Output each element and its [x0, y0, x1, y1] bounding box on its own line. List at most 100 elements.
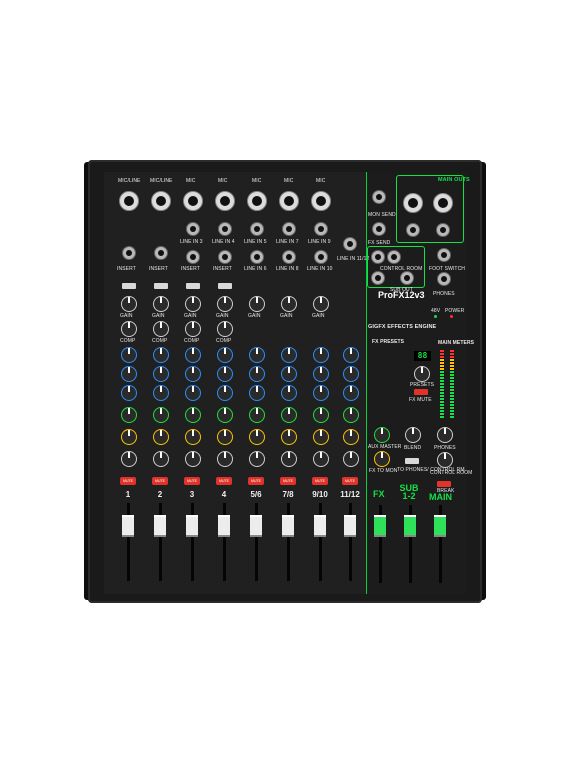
main-fader[interactable]: [434, 515, 446, 537]
channel-7-8-eq-low-knob[interactable]: [281, 385, 297, 401]
channel-2-insert-jack[interactable]: [154, 246, 168, 260]
channel-4-comp-knob[interactable]: [217, 321, 233, 337]
to-phones-button[interactable]: [405, 458, 419, 464]
channel-4-eq-high-knob[interactable]: [217, 347, 233, 363]
channel-5-6-eq-low-knob[interactable]: [249, 385, 265, 401]
channel-4-mute-button[interactable]: MUTE: [216, 477, 232, 485]
channel-9-10-gain-knob[interactable]: [313, 296, 329, 312]
channel-11-12-pan-knob[interactable]: [343, 451, 359, 467]
fx-fader[interactable]: [374, 515, 386, 537]
channel-1-low-cut-button[interactable]: [122, 283, 136, 289]
channel-3-low-cut-button[interactable]: [186, 283, 200, 289]
channel-5-6-eq-high-knob[interactable]: [249, 347, 265, 363]
channel-9-10-fader[interactable]: [314, 515, 326, 537]
channel-4-fx-knob[interactable]: [217, 429, 233, 445]
channel-2-eq-high-knob[interactable]: [153, 347, 169, 363]
sub-fader[interactable]: [404, 515, 416, 537]
channel-7-8-pan-knob[interactable]: [281, 451, 297, 467]
channel-3-fader[interactable]: [186, 515, 198, 537]
channel-2-fader[interactable]: [154, 515, 166, 537]
channel-7-8-line2-jack[interactable]: [282, 250, 296, 264]
channel-4-eq-low-knob[interactable]: [217, 385, 233, 401]
sub-out-left-jack[interactable]: [371, 271, 385, 285]
main-out-right-xlr[interactable]: [433, 193, 453, 213]
channel-3-mute-button[interactable]: MUTE: [184, 477, 200, 485]
channel-4-gain-knob[interactable]: [217, 296, 233, 312]
main-out-left-xlr[interactable]: [403, 193, 423, 213]
channel-4-low-cut-button[interactable]: [218, 283, 232, 289]
channel-7-8-eq-mid-knob[interactable]: [281, 366, 297, 382]
channel-7-8-xlr-input[interactable]: [279, 191, 299, 211]
channel-3-eq-mid-knob[interactable]: [185, 366, 201, 382]
channel-3-eq-high-knob[interactable]: [185, 347, 201, 363]
channel-1-comp-knob[interactable]: [121, 321, 137, 337]
control-room-left-jack[interactable]: [371, 250, 385, 264]
channel-3-comp-knob[interactable]: [185, 321, 201, 337]
channel-1-fx-knob[interactable]: [121, 429, 137, 445]
channel-1-pan-knob[interactable]: [121, 451, 137, 467]
channel-4-insert-jack[interactable]: [218, 250, 232, 264]
channel-9-10-mute-button[interactable]: MUTE: [312, 477, 328, 485]
channel-7-8-fader[interactable]: [282, 515, 294, 537]
channel-9-10-aux-knob[interactable]: [313, 407, 329, 423]
channel-7-8-gain-knob[interactable]: [281, 296, 297, 312]
channel-3-insert-jack[interactable]: [186, 250, 200, 264]
channel-11-12-eq-low-knob[interactable]: [343, 385, 359, 401]
control-room-knob[interactable]: [437, 452, 453, 468]
channel-2-fx-knob[interactable]: [153, 429, 169, 445]
channel-3-aux-knob[interactable]: [185, 407, 201, 423]
channel-1-fader[interactable]: [122, 515, 134, 537]
channel-9-10-fx-knob[interactable]: [313, 429, 329, 445]
channel-3-eq-low-knob[interactable]: [185, 385, 201, 401]
aux-master-knob[interactable]: [374, 427, 390, 443]
channel-7-8-fx-knob[interactable]: [281, 429, 297, 445]
control-room-right-jack[interactable]: [387, 250, 401, 264]
phones-jack[interactable]: [437, 272, 451, 286]
channel-1-aux-knob[interactable]: [121, 407, 137, 423]
main-out-left-jack[interactable]: [406, 223, 420, 237]
channel-7-8-line-jack[interactable]: [282, 222, 296, 236]
channel-5-6-line2-jack[interactable]: [250, 250, 264, 264]
channel-5-6-fader[interactable]: [250, 515, 262, 537]
channel-11-12-line-jack[interactable]: [343, 237, 357, 251]
channel-2-eq-low-knob[interactable]: [153, 385, 169, 401]
channel-11-12-aux-knob[interactable]: [343, 407, 359, 423]
fx-send-jack[interactable]: [372, 222, 386, 236]
channel-3-gain-knob[interactable]: [185, 296, 201, 312]
channel-9-10-eq-mid-knob[interactable]: [313, 366, 329, 382]
channel-11-12-eq-high-knob[interactable]: [343, 347, 359, 363]
channel-2-xlr-input[interactable]: [151, 191, 171, 211]
channel-9-10-line-jack[interactable]: [314, 222, 328, 236]
channel-11-12-fader[interactable]: [344, 515, 356, 537]
channel-11-12-eq-mid-knob[interactable]: [343, 366, 359, 382]
sub-out-right-jack[interactable]: [400, 271, 414, 285]
presets-knob[interactable]: [414, 366, 430, 382]
channel-4-aux-knob[interactable]: [217, 407, 233, 423]
channel-1-eq-high-knob[interactable]: [121, 347, 137, 363]
channel-2-aux-knob[interactable]: [153, 407, 169, 423]
channel-1-gain-knob[interactable]: [121, 296, 137, 312]
channel-5-6-gain-knob[interactable]: [249, 296, 265, 312]
channel-4-xlr-input[interactable]: [215, 191, 235, 211]
channel-7-8-mute-button[interactable]: MUTE: [280, 477, 296, 485]
channel-5-6-aux-knob[interactable]: [249, 407, 265, 423]
channel-3-pan-knob[interactable]: [185, 451, 201, 467]
channel-5-6-fx-knob[interactable]: [249, 429, 265, 445]
channel-9-10-line2-jack[interactable]: [314, 250, 328, 264]
break-button[interactable]: [437, 481, 451, 487]
channel-1-eq-mid-knob[interactable]: [121, 366, 137, 382]
channel-2-pan-knob[interactable]: [153, 451, 169, 467]
channel-5-6-line-jack[interactable]: [250, 222, 264, 236]
channel-4-line-jack[interactable]: [218, 222, 232, 236]
channel-1-xlr-input[interactable]: [119, 191, 139, 211]
channel-3-xlr-input[interactable]: [183, 191, 203, 211]
fx-to-mon-knob[interactable]: [374, 451, 390, 467]
channel-2-low-cut-button[interactable]: [154, 283, 168, 289]
channel-2-mute-button[interactable]: MUTE: [152, 477, 168, 485]
channel-5-6-mute-button[interactable]: MUTE: [248, 477, 264, 485]
channel-9-10-pan-knob[interactable]: [313, 451, 329, 467]
channel-2-eq-mid-knob[interactable]: [153, 366, 169, 382]
channel-2-comp-knob[interactable]: [153, 321, 169, 337]
channel-3-fx-knob[interactable]: [185, 429, 201, 445]
channel-9-10-eq-high-knob[interactable]: [313, 347, 329, 363]
